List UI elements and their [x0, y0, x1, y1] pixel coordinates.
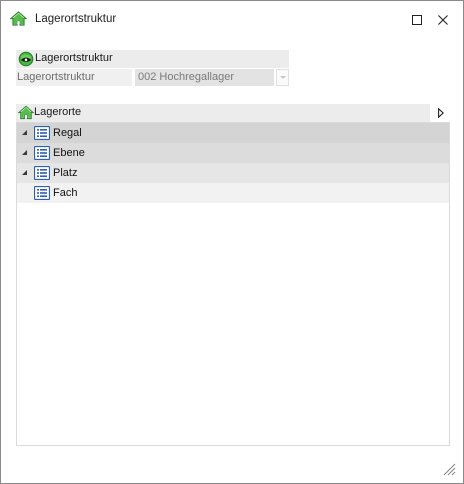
- window-title: Lagerortstruktur: [35, 13, 117, 25]
- resize-grip-icon[interactable]: [442, 462, 456, 476]
- list-icon: [33, 145, 51, 161]
- tree-row-label: Ebene: [53, 147, 85, 159]
- list-icon: [33, 185, 51, 201]
- tree-row-label: Platz: [53, 167, 78, 179]
- locations-group-header: Lagerorte: [16, 104, 430, 122]
- collapse-triangle-icon[interactable]: [22, 130, 27, 135]
- structure-group-header: Lagerortstruktur: [16, 50, 289, 68]
- locations-tree[interactable]: Regal Ebene Platz Fach: [16, 122, 450, 446]
- collapse-triangle-icon[interactable]: [22, 150, 27, 155]
- tree-row-ebene[interactable]: Ebene: [17, 143, 449, 163]
- tree-row-label: Fach: [53, 187, 78, 199]
- structure-field-row: Lagerortstruktur 002 Hochregallager: [16, 69, 289, 87]
- close-icon: [438, 15, 448, 25]
- home-icon: [9, 11, 28, 26]
- maximize-icon: [412, 15, 422, 25]
- maximize-button[interactable]: [403, 9, 431, 31]
- close-button[interactable]: [429, 9, 457, 31]
- collapse-triangle-icon[interactable]: [22, 170, 27, 175]
- tree-row-platz[interactable]: Platz: [17, 163, 449, 183]
- dropdown-button[interactable]: [276, 69, 289, 86]
- expand-arrow-button[interactable]: [434, 104, 448, 122]
- list-icon: [33, 165, 51, 181]
- home-icon: [17, 105, 35, 120]
- locations-group-title: Lagerorte: [34, 106, 82, 118]
- dialog-window: Lagerortstruktur Lagerortstruktur Lagero: [0, 0, 464, 484]
- eye-icon: [18, 51, 34, 67]
- structure-field-value[interactable]: 002 Hochregallager: [135, 69, 274, 86]
- tree-row-label: Regal: [53, 127, 82, 139]
- title-bar[interactable]: Lagerortstruktur: [1, 1, 463, 39]
- tree-row-fach[interactable]: Fach: [17, 183, 449, 203]
- tree-row-regal[interactable]: Regal: [17, 123, 449, 143]
- list-icon: [33, 125, 51, 141]
- triangle-right-icon: [438, 108, 444, 118]
- structure-group-title: Lagerortstruktur: [35, 52, 113, 64]
- structure-field-label: Lagerortstruktur: [16, 69, 132, 86]
